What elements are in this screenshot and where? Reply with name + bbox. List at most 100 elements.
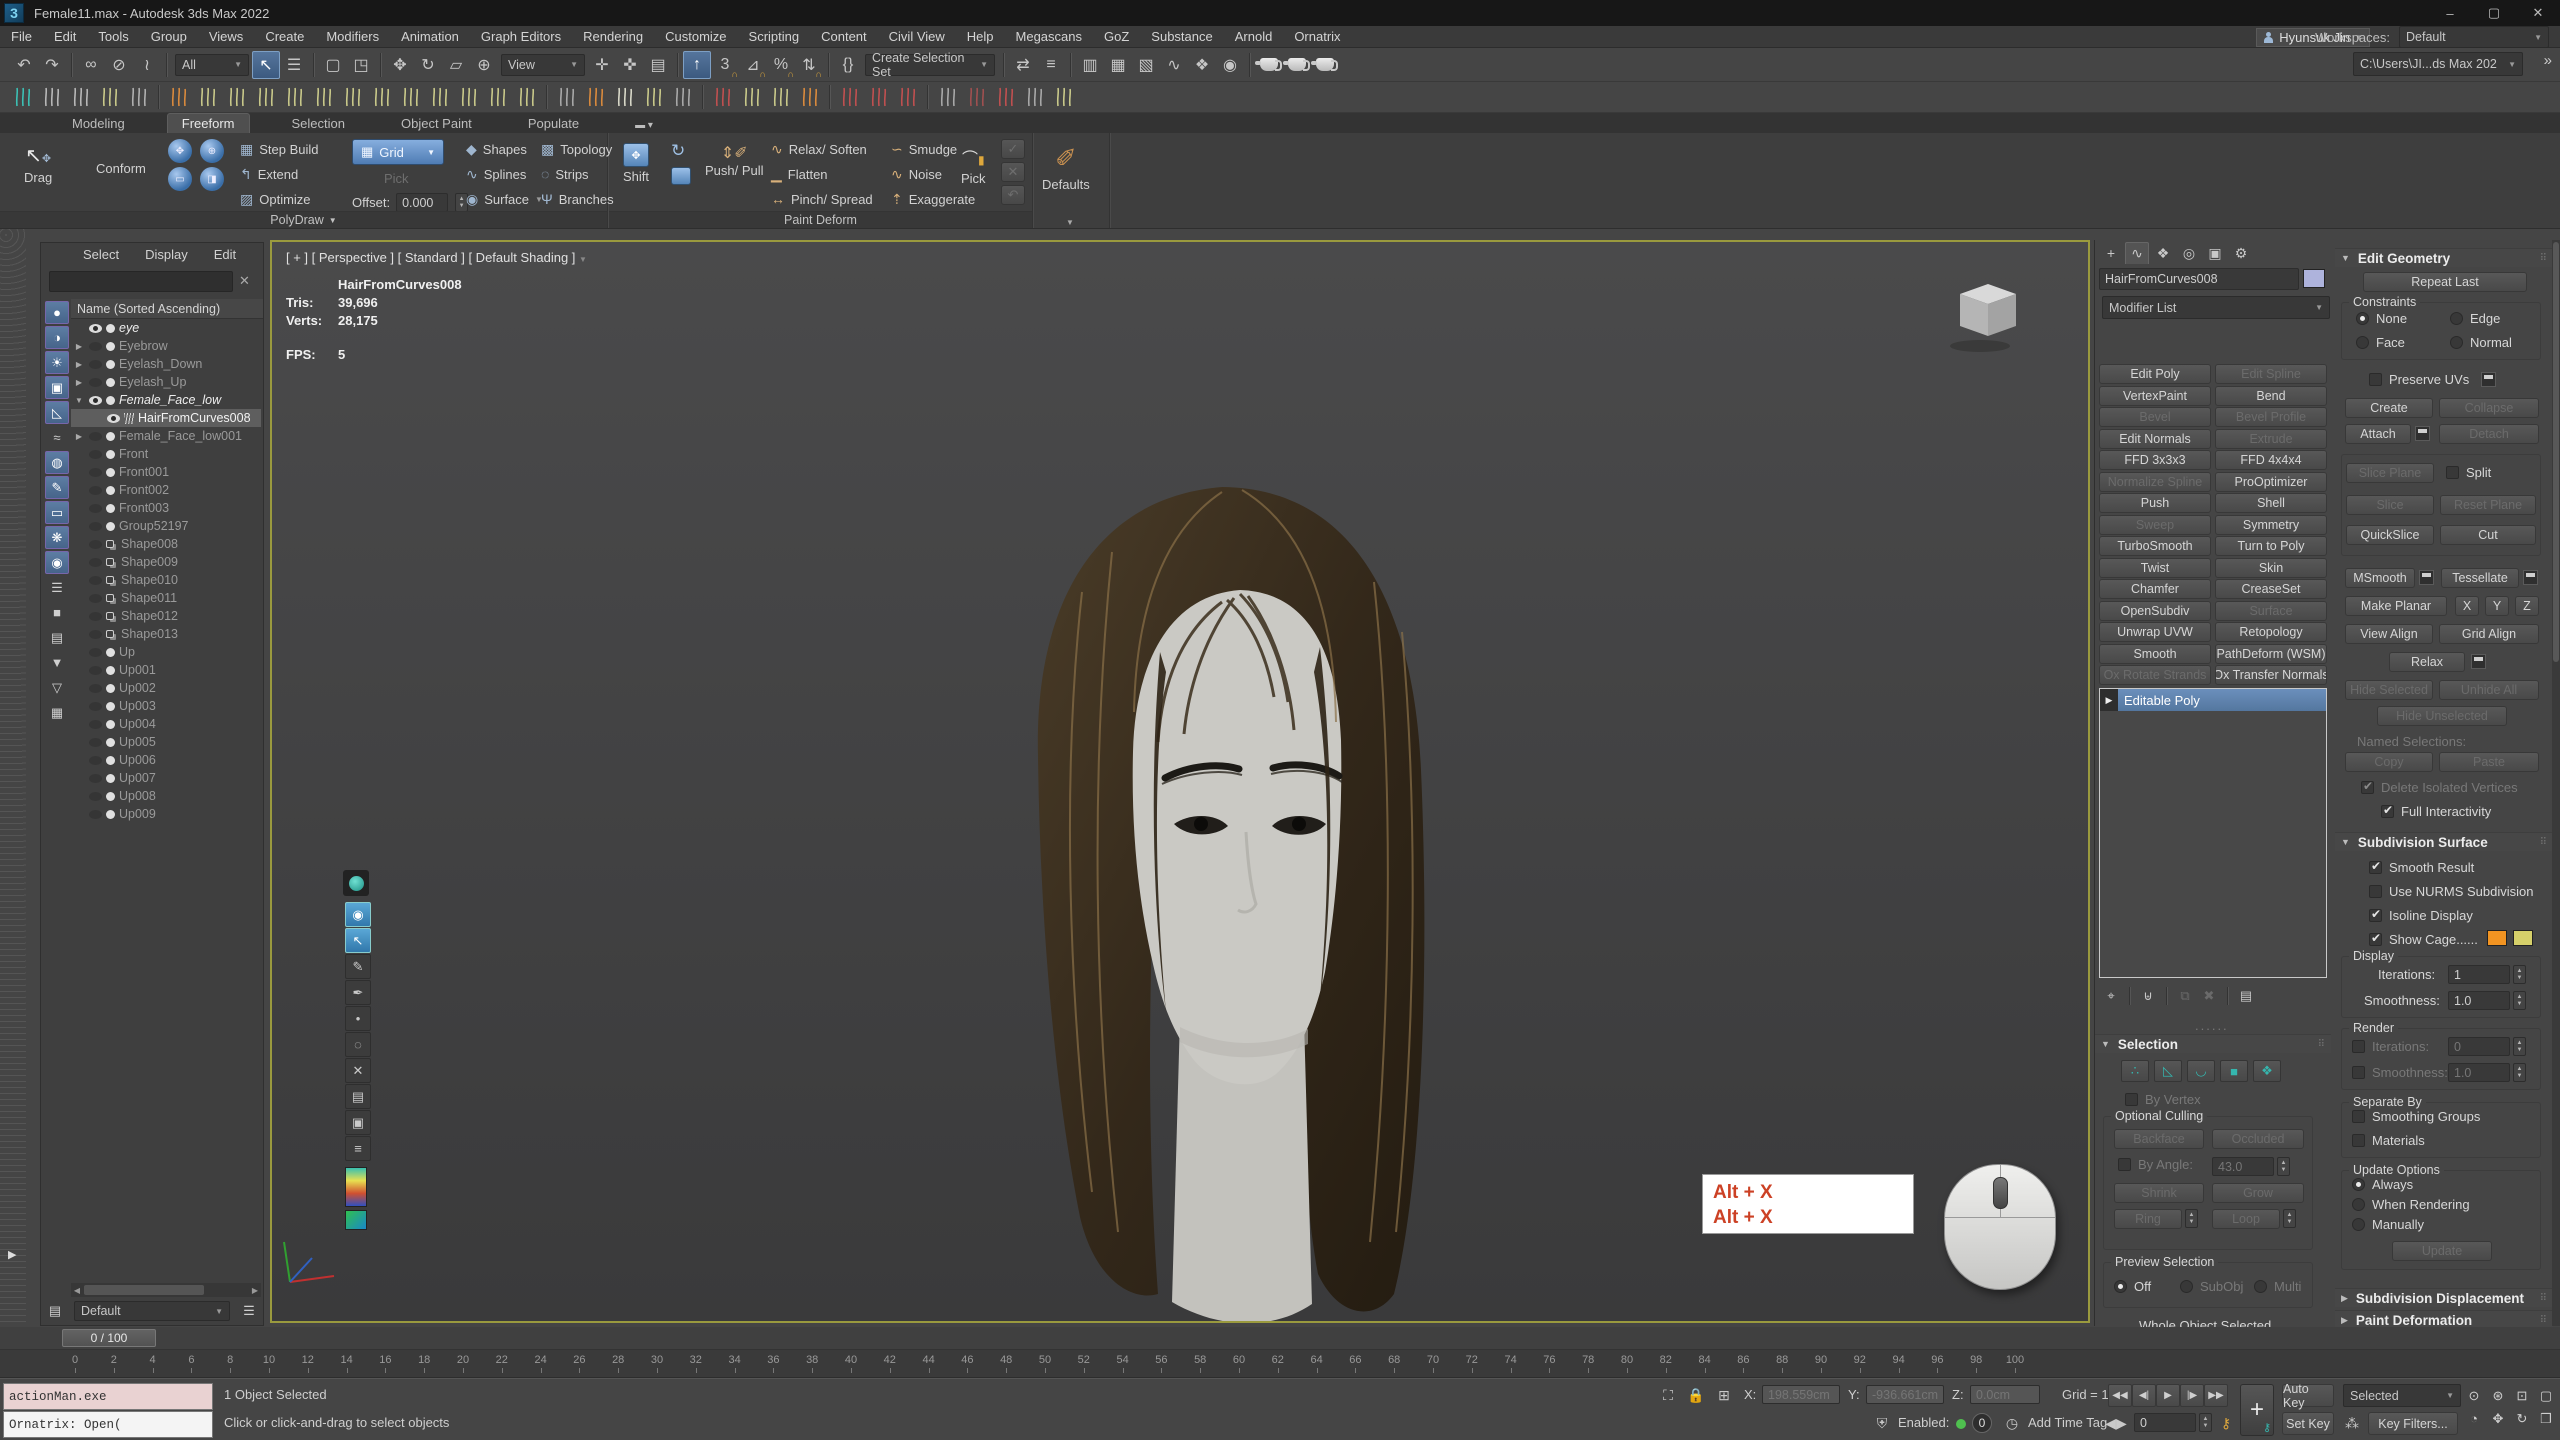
modifier-list-dropdown[interactable]: Modifier List▼: [2102, 296, 2330, 319]
next-frame-icon[interactable]: |▶: [2180, 1384, 2204, 1407]
frame-tick[interactable]: 58: [1180, 1354, 1220, 1366]
visibility-eye-icon[interactable]: [89, 324, 102, 333]
project-folder-dropdown[interactable]: C:\Users\JI...ds Max 202▼: [2353, 52, 2523, 76]
ox-tulip-icon[interactable]: [610, 84, 639, 111]
step-build-button[interactable]: ▦Step Build: [240, 141, 319, 158]
select-and-rotate-icon[interactable]: ↻: [414, 51, 442, 79]
ox-point-icon[interactable]: •: [345, 1006, 371, 1031]
element-mode-icon[interactable]: ❖: [2253, 1060, 2281, 1082]
panel-expand-arrow-icon[interactable]: ▶: [8, 1248, 16, 1261]
frame-tick[interactable]: 22: [482, 1354, 522, 1366]
key-step-toggle-icon[interactable]: ◀▶: [2104, 1412, 2128, 1435]
frame-tick[interactable]: 76: [1529, 1354, 1569, 1366]
surface-button[interactable]: ◉Surface▼: [466, 191, 543, 208]
ox-delete-icon[interactable]: ✕: [345, 1058, 371, 1083]
maximize-viewport-icon[interactable]: ❒: [2534, 1407, 2558, 1430]
toggle-layer-explorer-icon[interactable]: ▦: [1104, 51, 1132, 79]
motion-tab[interactable]: ◎: [2177, 242, 2201, 264]
hide-unselected-button[interactable]: Hide Unselected: [2377, 706, 2507, 726]
create-button[interactable]: Create: [2345, 398, 2433, 418]
by-angle-spinner[interactable]: [2277, 1157, 2290, 1176]
modifier-button-edit-poly[interactable]: Edit Poly: [2099, 364, 2211, 384]
ox-feather-icon[interactable]: [251, 84, 280, 111]
ox-info-icon[interactable]: [37, 84, 66, 111]
modifier-button-ox-rotate-strands[interactable]: Ox Rotate Strands: [2099, 665, 2211, 685]
ribbon-tab-selection[interactable]: Selection: [278, 114, 359, 133]
menu-item-edit[interactable]: Edit: [43, 29, 87, 44]
visibility-eye-icon[interactable]: [89, 468, 102, 477]
color-strip[interactable]: [345, 1167, 367, 1207]
occluded-button[interactable]: Occluded: [2212, 1129, 2304, 1149]
isolate-selection-icon[interactable]: ⛶: [1656, 1384, 1680, 1407]
curve-editor-icon[interactable]: ∿: [1160, 51, 1188, 79]
ox-fold-icon[interactable]: [338, 84, 367, 111]
frame-tick[interactable]: 100: [1995, 1354, 2035, 1366]
ox-pencil-icon[interactable]: ✎: [345, 954, 371, 979]
list-item-shape013[interactable]: Shape013: [71, 625, 261, 643]
modifier-button-ffd-3x3x3[interactable]: FFD 3x3x3: [2099, 450, 2211, 470]
ribbon-tab-modeling[interactable]: Modeling: [58, 114, 139, 133]
display-geometry-icon[interactable]: ●: [45, 301, 69, 324]
frame-tick[interactable]: 24: [521, 1354, 561, 1366]
defaults-button[interactable]: ✐ Defaults: [1042, 143, 1090, 192]
smoothing-groups-checkbox[interactable]: Smoothing Groups: [2352, 1109, 2480, 1124]
frame-tick[interactable]: 14: [327, 1354, 367, 1366]
frame-tick[interactable]: 50: [1025, 1354, 1065, 1366]
list-item-up006[interactable]: Up006: [71, 751, 261, 769]
frame-tick[interactable]: 34: [715, 1354, 755, 1366]
ox-dark-bars-icon[interactable]: [962, 84, 991, 111]
filter-pin-icon[interactable]: ▼: [45, 651, 69, 674]
visibility-eye-icon[interactable]: [89, 702, 102, 711]
planar-x-button[interactable]: X: [2455, 596, 2479, 616]
preserve-uvs-settings-icon[interactable]: [2481, 372, 2496, 387]
command-panel-scrollbar[interactable]: [2552, 240, 2560, 1326]
list-item-up009[interactable]: Up009: [71, 805, 261, 823]
conform-rotate-icon[interactable]: ▭: [168, 167, 192, 191]
y-coordinate-field[interactable]: -936.661cm: [1866, 1385, 1944, 1404]
modifier-button-push[interactable]: Push: [2099, 493, 2211, 513]
display-helpers-icon[interactable]: ◺: [45, 401, 69, 424]
explorer-menu-select[interactable]: Select: [83, 247, 119, 262]
relax-settings-icon[interactable]: [2471, 654, 2486, 669]
pin-stack-icon[interactable]: ⌖: [2099, 985, 2123, 1007]
flatten-button[interactable]: ▁Flatten: [771, 166, 828, 183]
paint-deform-panel-label[interactable]: Paint Deform: [609, 211, 1032, 228]
frame-tick[interactable]: 18: [404, 1354, 444, 1366]
detail-view-icon[interactable]: ▤: [45, 626, 69, 649]
subdivision-surface-rollout-header[interactable]: ▼Subdivision Surface⠿: [2335, 832, 2553, 851]
repeat-last-button[interactable]: Repeat Last: [2363, 272, 2527, 292]
time-tag-clock-icon[interactable]: ◷: [2000, 1412, 2024, 1435]
collapse-button[interactable]: Collapse: [2439, 398, 2539, 418]
planar-z-button[interactable]: Z: [2515, 596, 2539, 616]
list-item-shape009[interactable]: Shape009: [71, 553, 261, 571]
frame-tick[interactable]: 84: [1685, 1354, 1725, 1366]
frame-tick[interactable]: 88: [1762, 1354, 1802, 1366]
cut-button[interactable]: Cut: [2440, 525, 2536, 545]
visibility-eye-icon[interactable]: [89, 774, 102, 783]
keyboard-shortcut-override-icon[interactable]: ▤: [644, 51, 672, 79]
display-cameras-icon[interactable]: ▣: [45, 376, 69, 399]
modify-tab[interactable]: ∿: [2125, 242, 2149, 264]
defaults-expand-icon[interactable]: ▼: [1066, 218, 1074, 227]
shift-rotate-icon[interactable]: ↻: [671, 141, 691, 161]
frame-tick[interactable]: 28: [598, 1354, 638, 1366]
update-manually-radio[interactable]: Manually: [2352, 1217, 2424, 1232]
polydraw-panel-label[interactable]: PolyDraw▼: [0, 211, 607, 228]
frame-tick[interactable]: 54: [1103, 1354, 1143, 1366]
modifier-button-edit-spline[interactable]: Edit Spline: [2215, 364, 2327, 384]
list-item-shape012[interactable]: Shape012: [71, 607, 261, 625]
maxscript-listener-line1[interactable]: actionMan.exe: [3, 1383, 213, 1410]
play-icon[interactable]: ▶: [2156, 1384, 2180, 1407]
modifier-button-surface[interactable]: Surface: [2215, 601, 2327, 621]
mute-badge[interactable]: 0: [1972, 1413, 1992, 1433]
remove-modifier-icon[interactable]: ✖: [2197, 985, 2221, 1007]
unhide-all-button[interactable]: Unhide All: [2439, 680, 2539, 700]
list-item-front001[interactable]: Front001: [71, 463, 261, 481]
ox-red-plus-icon[interactable]: [708, 84, 737, 111]
display-none-icon[interactable]: ▭: [45, 501, 69, 524]
select-by-name-icon[interactable]: ☰: [280, 51, 308, 79]
menu-item-arnold[interactable]: Arnold: [1224, 29, 1284, 44]
materials-checkbox[interactable]: Materials: [2352, 1133, 2425, 1148]
rendered-frame-window-icon[interactable]: [1283, 51, 1311, 79]
ring-spinner[interactable]: [2185, 1209, 2198, 1228]
